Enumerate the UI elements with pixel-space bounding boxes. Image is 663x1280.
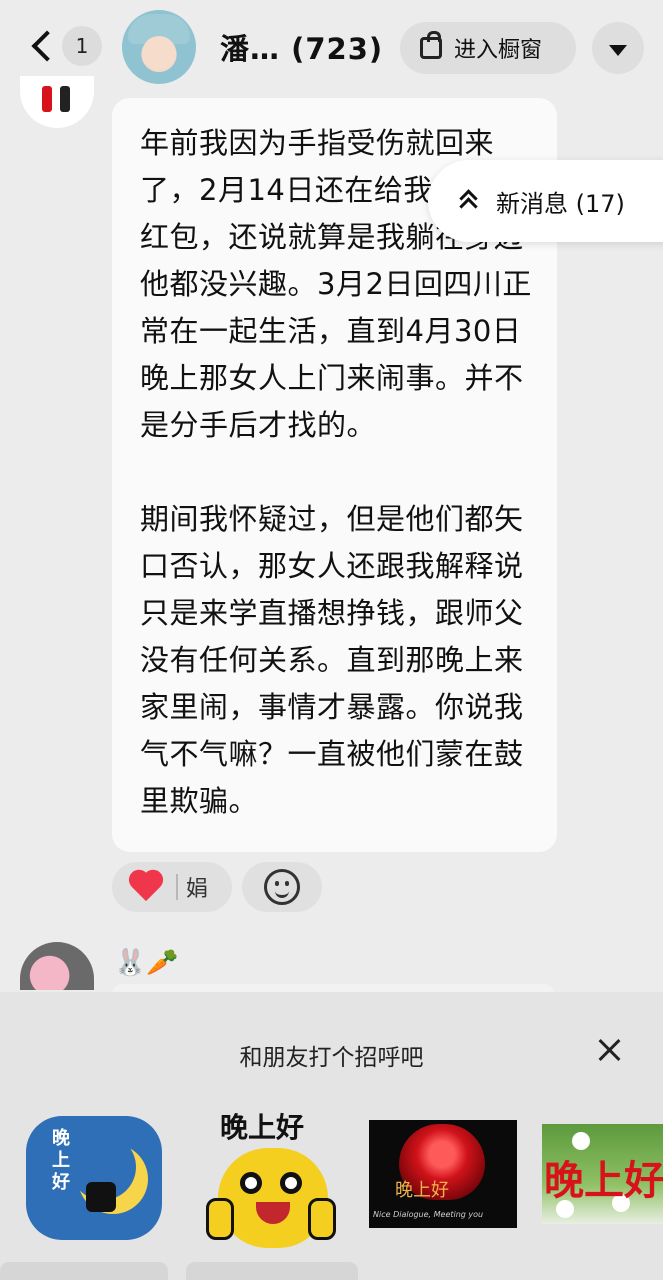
reaction-heart[interactable]: 娟 [112,862,232,912]
sender-name-emoji: 🐰🥕 [114,948,179,978]
close-icon[interactable] [596,1036,624,1064]
reactor-name: 娟 [186,877,209,902]
chat-name: 潘… [220,32,281,66]
unread-count-badge: 1 [62,26,102,66]
victory-hand-icon [308,1198,336,1240]
member-count: (723) [291,32,384,66]
panel-tab[interactable] [186,1262,358,1280]
greeting-sticker-rose[interactable]: 晚上好 Nice Dialogue, Meeting you [369,1120,517,1228]
chevron-left-icon [31,30,63,62]
panel-tab[interactable] [0,1262,168,1280]
group-avatar[interactable] [122,10,196,84]
greeting-panel: 和朋友打个招呼吧 晚上好 晚上好 晚上好 Nice Dialogue, Meet… [0,992,663,1280]
shop-button-label: 进入橱窗 [454,38,543,63]
enter-showcase-button[interactable]: 进入橱窗 [400,22,576,74]
new-messages-label: 新消息 (17) [496,189,625,218]
reaction-divider [176,874,178,900]
smile-icon [264,869,300,905]
double-chevron-up-icon [458,189,480,216]
sender-avatar[interactable] [20,942,94,990]
sticker-script-text: Nice Dialogue, Meeting you [373,1210,484,1219]
sticker-text: 晚上好 [220,1111,305,1144]
sticker-text: 晚上好 [544,1157,663,1204]
shopping-bag-icon [420,31,442,59]
sender-avatar[interactable] [20,76,94,128]
add-reaction-button[interactable] [242,862,322,912]
victory-hand-icon [206,1198,234,1240]
new-messages-button[interactable]: 新消息 (17) [428,160,663,242]
greeting-sticker-moon[interactable]: 晚上好 [26,1116,162,1240]
chat-header: 1 潘… (723) 进入橱窗 [0,0,663,92]
falling-person-icon [86,1182,116,1212]
greeting-title: 和朋友打个招呼吧 [239,1045,424,1071]
chat-title[interactable]: 潘… (723) [220,26,383,68]
greeting-sticker-emoji[interactable]: 晚上好 [196,1102,346,1254]
caret-down-icon [609,44,627,56]
sticker-text: 晚上好 [52,1128,70,1193]
sticker-text: 晚上好 [395,1180,449,1201]
heart-icon [128,871,164,903]
more-menu-button[interactable] [592,22,644,74]
back-button[interactable]: 1 [22,22,102,70]
greeting-sticker-flowers[interactable]: 晚上好 [542,1124,663,1224]
